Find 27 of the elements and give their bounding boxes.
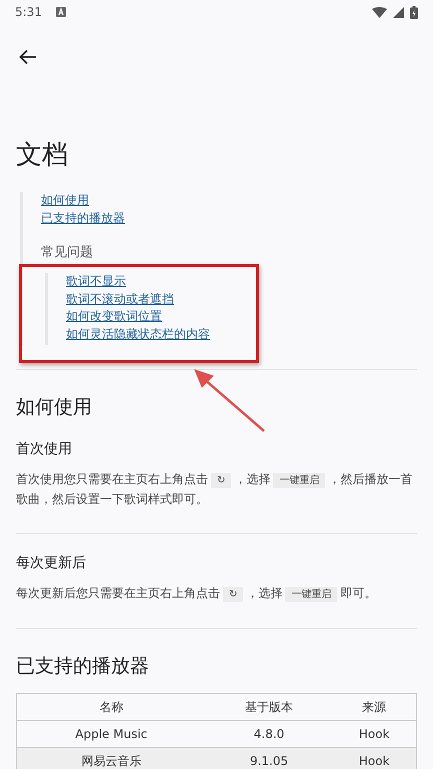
- page-title: 文档: [16, 139, 69, 172]
- toc-link[interactable]: 歌词不显示: [66, 273, 126, 290]
- signal-icon: [393, 6, 404, 18]
- toc-link[interactable]: 如何灵活隐藏状态栏的内容: [66, 326, 210, 343]
- column-header: 来源: [332, 694, 416, 720]
- toc-link[interactable]: 如何改变歌词位置: [66, 308, 162, 326]
- section-heading: 如何使用: [16, 395, 93, 420]
- wifi-icon: [372, 6, 387, 18]
- subsection-heading: 首次使用: [16, 440, 73, 458]
- section-heading: 已支持的播放器: [16, 654, 150, 679]
- instruction-paragraph: 每次更新后您只需要在主页右上角点击 ↻ ，选择 一键重启 即可。: [16, 585, 378, 604]
- annotation-arrow: [194, 367, 266, 433]
- toc-link[interactable]: 已支持的播放器: [41, 210, 125, 227]
- table-cell: Hook: [332, 748, 416, 769]
- table-cell: 网易云音乐: [16, 748, 206, 769]
- status-time: 5:31: [15, 5, 42, 19]
- toc-link[interactable]: 如何使用: [41, 192, 89, 210]
- faq-group-title: 常见问题: [41, 244, 93, 262]
- back-arrow-icon[interactable]: [19, 48, 37, 64]
- notification-icon: [56, 7, 66, 17]
- toc-link[interactable]: 歌词不滚动或者遮挡: [66, 290, 174, 308]
- subsection-heading: 每次更新后: [16, 554, 87, 572]
- column-header: 基于版本: [206, 694, 332, 720]
- column-header: 名称: [16, 694, 206, 720]
- table-cell: 9.1.05: [206, 748, 332, 769]
- battery-icon: [410, 6, 418, 18]
- instruction-paragraph: 首次使用您只需要在主页右上角点击 ↻ ，选择 一键重启 ，然后播放一首歌曲，然后设置一下歌词样式即可。: [16, 471, 414, 508]
